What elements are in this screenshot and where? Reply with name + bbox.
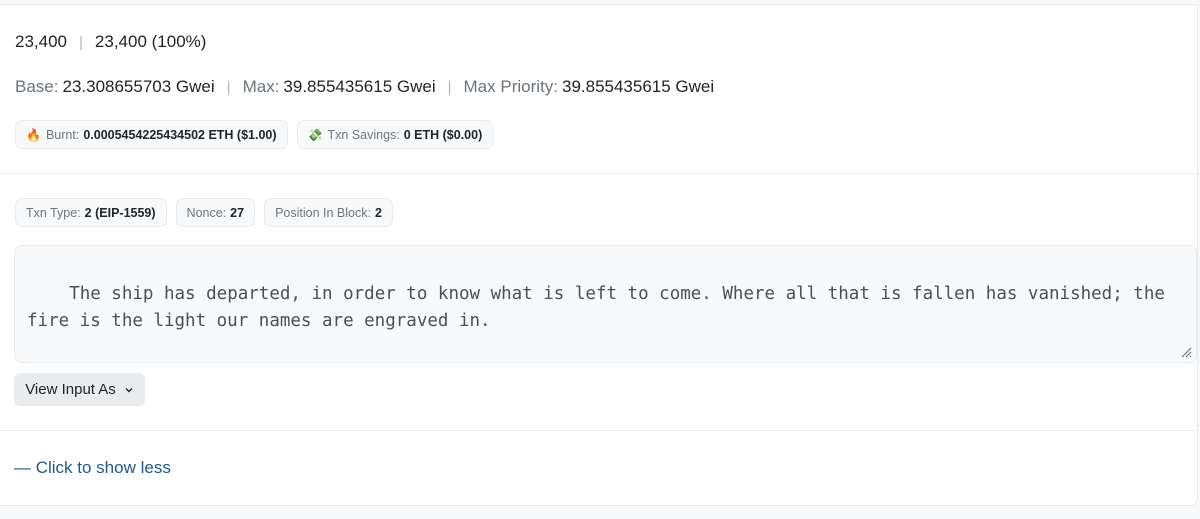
transaction-details-card: 23,400 | 23,400 (100%) Base: 23.30865570… xyxy=(0,4,1198,506)
separator: | xyxy=(447,78,452,96)
burnt-label: Burnt: xyxy=(45,127,80,142)
burnt-value: 0.0005454225434502 ETH ($1.00) xyxy=(83,127,277,142)
max-fee-label: Max: xyxy=(242,77,280,96)
txn-savings-label: Txn Savings: xyxy=(327,127,400,142)
input-data-text: The ship has departed, in order to know … xyxy=(27,284,1176,331)
divider xyxy=(0,430,1198,431)
txn-type-badge: Txn Type: 2 (EIP-1559) xyxy=(15,198,167,227)
view-input-as-button[interactable]: View Input As xyxy=(14,373,145,406)
view-input-as-label: View Input As xyxy=(25,381,116,398)
max-fee-value: 39.855435615 Gwei xyxy=(283,77,436,96)
position-label: Position In Block: xyxy=(275,205,371,220)
fire-icon: 🔥 xyxy=(26,127,41,142)
separator: | xyxy=(226,78,231,96)
gas-used-value: 23,400 (100%) xyxy=(94,32,207,51)
txn-type-label: Txn Type: xyxy=(26,205,81,220)
burnt-fees-badge: 🔥 Burnt: 0.0005454225434502 ETH ($1.00) xyxy=(15,120,288,149)
fee-badges: 🔥 Burnt: 0.0005454225434502 ETH ($1.00) … xyxy=(15,120,502,149)
show-less-link[interactable]: — Click to show less xyxy=(14,458,171,478)
gas-fees-line: Base: 23.308655703 Gwei | Max: 39.855435… xyxy=(15,77,714,97)
gas-limit-usage: 23,400 | 23,400 (100%) xyxy=(15,32,206,52)
divider xyxy=(0,173,1198,174)
gas-limit-value: 23,400 xyxy=(15,32,67,51)
max-priority-fee-label: Max Priority: xyxy=(463,77,558,96)
nonce-value: 27 xyxy=(230,205,245,220)
position-value: 2 xyxy=(374,205,382,220)
resize-handle-icon[interactable] xyxy=(1180,346,1192,358)
chevron-down-icon xyxy=(125,387,133,392)
input-data-textarea[interactable]: The ship has departed, in order to know … xyxy=(14,245,1197,363)
other-attributes: Txn Type: 2 (EIP-1559) Nonce: 27 Positio… xyxy=(15,198,402,227)
base-fee-value: 23.308655703 Gwei xyxy=(62,77,215,96)
position-in-block-badge: Position In Block: 2 xyxy=(264,198,393,227)
base-fee-label: Base: xyxy=(15,77,59,96)
nonce-badge: Nonce: 27 xyxy=(175,198,256,227)
max-priority-fee-value: 39.855435615 Gwei xyxy=(561,77,715,96)
txn-savings-value: 0 ETH ($0.00) xyxy=(403,127,483,142)
money-icon: 💸 xyxy=(307,127,323,142)
txn-savings-badge: 💸 Txn Savings: 0 ETH ($0.00) xyxy=(296,120,494,149)
separator: | xyxy=(79,33,83,51)
txn-type-value: 2 (EIP-1559) xyxy=(84,205,156,220)
nonce-label: Nonce: xyxy=(186,205,227,220)
